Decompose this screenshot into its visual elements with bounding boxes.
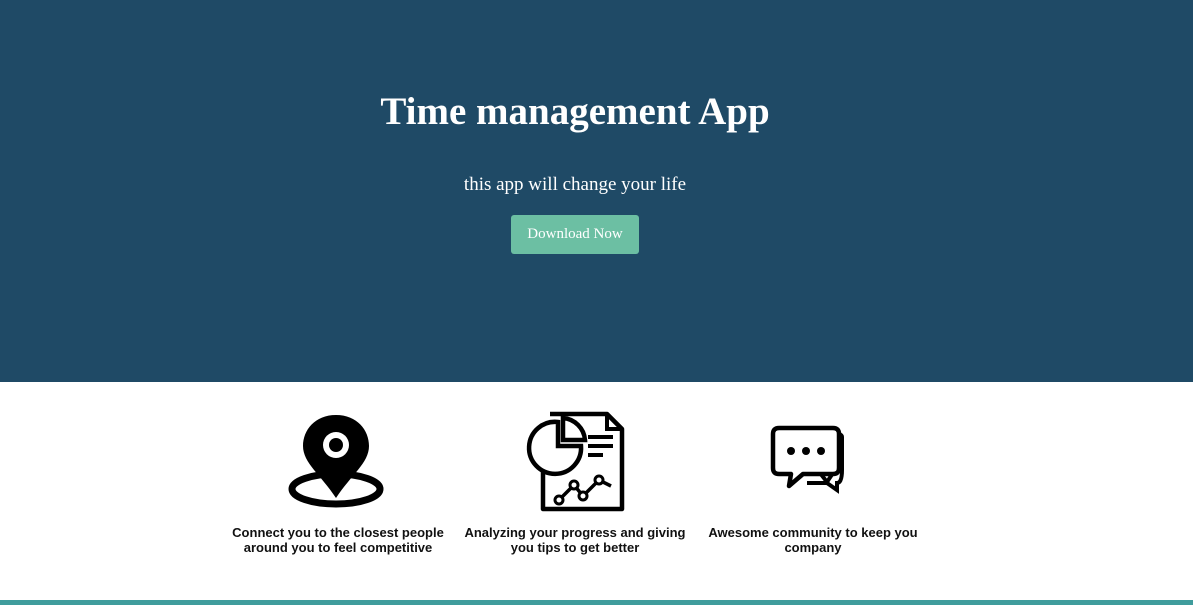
feature-text: Awesome community to keep you company (708, 525, 918, 555)
feature-text: Connect you to the closest people around… (232, 525, 444, 555)
hero-subtitle: this app will change your life (463, 174, 687, 195)
feature-item-analyzing: Analyzing your progress and giving you t… (459, 410, 691, 555)
feature-item-community: Awesome community to keep you company (697, 410, 929, 555)
feature-item-connect: Connect you to the closest people around… (222, 410, 454, 555)
hero-section: Time management App this app will change… (0, 0, 1193, 382)
feature-text: Analyzing your progress and giving you t… (464, 525, 686, 555)
footer-accent-bar (0, 600, 1193, 605)
download-now-button[interactable]: Download Now (511, 215, 639, 254)
chat-bubbles-icon (763, 410, 863, 514)
report-chart-icon (525, 410, 625, 514)
location-pin-icon (288, 410, 388, 514)
page-title: Time management App (380, 90, 770, 133)
